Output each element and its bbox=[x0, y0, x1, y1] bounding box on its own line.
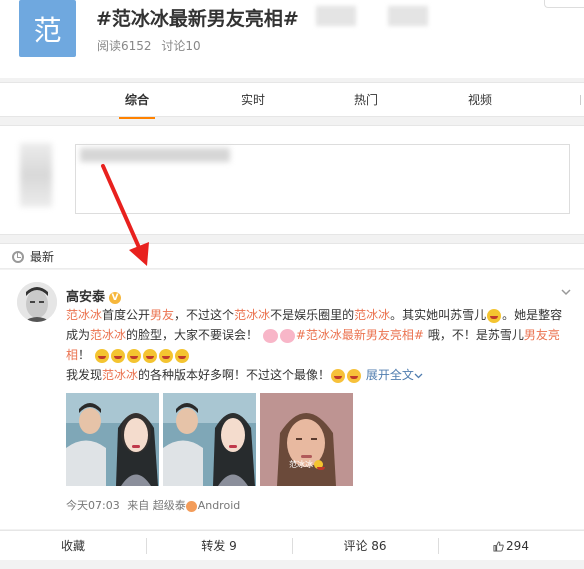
text: ！ bbox=[78, 348, 91, 362]
keyword[interactable]: 范冰冰 bbox=[354, 308, 390, 322]
tab-scroll-edge bbox=[580, 95, 584, 105]
topic-link-text[interactable]: #范冰冰最新男友亮相# bbox=[296, 328, 424, 342]
topic-link[interactable]: #范冰冰最新男友亮相# bbox=[296, 328, 424, 342]
text: 哦，不！是苏雪儿 bbox=[424, 328, 524, 342]
tab-realtime[interactable]: 实时 bbox=[228, 83, 278, 118]
text: ，不过这个 bbox=[174, 308, 235, 322]
tab-hot[interactable]: 热门 bbox=[341, 83, 391, 118]
text: 我发现 bbox=[66, 368, 103, 382]
keyword[interactable]: 范冰冰 bbox=[66, 308, 102, 322]
thumbs-up-icon bbox=[493, 541, 504, 552]
wink-emoji-icon bbox=[347, 368, 362, 383]
photo-image bbox=[163, 393, 256, 486]
verified-icon: V bbox=[109, 291, 122, 304]
text: 首度公开 bbox=[102, 308, 151, 322]
post-photo[interactable] bbox=[66, 393, 159, 486]
keyword[interactable]: 范冰冰 bbox=[234, 308, 270, 322]
bottom-strip bbox=[0, 560, 584, 569]
keyword[interactable]: 范冰冰 bbox=[102, 368, 138, 382]
latest-section-header: 最新 bbox=[0, 243, 584, 269]
source-name[interactable]: 超级泰 bbox=[153, 499, 186, 512]
topic-title: #范冰冰最新男友亮相# bbox=[96, 8, 299, 30]
keyword[interactable]: 范冰冰 bbox=[90, 328, 126, 342]
clock-icon bbox=[12, 251, 24, 263]
laugh-emoji-icon bbox=[126, 348, 141, 363]
pig-emoji-icon bbox=[279, 328, 295, 343]
post-card: 高安泰 V 范冰冰首度公开男友，不过这个范冰冰不是娱乐圈里的范冰冰。其实她叫苏雪儿… bbox=[0, 270, 584, 529]
keyword[interactable]: 男友 bbox=[150, 308, 174, 322]
post-meta: 今天07:03 来自 超级泰 Android bbox=[66, 497, 240, 513]
laugh-emoji-icon bbox=[174, 348, 189, 363]
text: 的各种版本好多啊！不过这个最像！ bbox=[138, 368, 331, 382]
chevron-down-icon[interactable] bbox=[414, 371, 423, 380]
post-text: 范冰冰首度公开男友，不过这个范冰冰不是娱乐圈里的范冰冰。其实她叫苏雪儿 。她是整容… bbox=[66, 305, 571, 385]
annotation-arrow-icon bbox=[101, 164, 149, 266]
post-time[interactable]: 今天07:03 bbox=[66, 499, 120, 512]
header-corner bbox=[544, 0, 584, 8]
text: 。其实她叫苏雪儿 bbox=[390, 308, 487, 322]
like-count[interactable]: 294 bbox=[506, 539, 529, 553]
text: 的脸型，大家不要误会！ bbox=[126, 328, 259, 342]
topic-avatar-char: 范 bbox=[33, 13, 62, 47]
smile-emoji-icon bbox=[314, 460, 325, 470]
discussion-count: 讨论10 bbox=[161, 39, 201, 53]
avatar-image bbox=[17, 282, 57, 322]
photo-caption-text: 范冰冰 bbox=[289, 460, 313, 469]
avatar[interactable] bbox=[17, 282, 57, 322]
device-name: Android bbox=[197, 499, 241, 512]
tab-overall[interactable]: 综合 bbox=[112, 83, 162, 119]
laugh-emoji-icon bbox=[487, 308, 502, 323]
post-author[interactable]: 高安泰 V bbox=[66, 286, 122, 305]
photo-grid: 范冰冰 bbox=[66, 393, 356, 486]
author-name[interactable]: 高安泰 bbox=[66, 290, 105, 305]
read-count: 阅读6152 bbox=[97, 39, 152, 53]
comment-button[interactable]: 评论 86 bbox=[292, 531, 438, 561]
expand-text-link[interactable]: 展开全文 bbox=[366, 368, 414, 382]
redacted-block bbox=[316, 6, 356, 26]
laugh-emoji-icon bbox=[94, 348, 109, 363]
text: 不是娱乐圈里的 bbox=[270, 308, 355, 322]
collect-button[interactable]: 收藏 bbox=[0, 531, 146, 561]
chevron-down-icon[interactable] bbox=[560, 286, 572, 298]
tongue-emoji-icon bbox=[331, 368, 346, 383]
redacted-avatar bbox=[20, 143, 52, 207]
laugh-emoji-icon bbox=[142, 348, 157, 363]
post-photo[interactable] bbox=[163, 393, 256, 486]
repost-button[interactable]: 转发 9 bbox=[146, 531, 292, 561]
peach-icon bbox=[185, 500, 197, 512]
topic-header: 范 #范冰冰最新男友亮相# 阅读6152 讨论10 bbox=[0, 0, 584, 78]
latest-label: 最新 bbox=[30, 250, 55, 264]
tab-bar: 综合 实时 热门 视频 bbox=[0, 82, 584, 119]
source-prefix: 来自 bbox=[127, 499, 150, 512]
photo-image bbox=[66, 393, 159, 486]
redacted-block bbox=[388, 6, 428, 26]
pig-emoji-icon bbox=[262, 328, 278, 343]
photo-image bbox=[260, 393, 353, 486]
laugh-emoji-icon bbox=[158, 348, 173, 363]
tab-video[interactable]: 视频 bbox=[455, 83, 505, 118]
like-button[interactable]: 294 bbox=[438, 531, 584, 561]
laugh-emoji-icon bbox=[110, 348, 125, 363]
topic-avatar: 范 bbox=[19, 0, 76, 57]
photo-caption: 范冰冰 bbox=[260, 459, 353, 470]
post-action-bar: 收藏 转发 9 评论 86 294 bbox=[0, 530, 584, 560]
topic-stats: 阅读6152 讨论10 bbox=[97, 37, 207, 54]
post-photo[interactable]: 范冰冰 bbox=[260, 393, 353, 486]
